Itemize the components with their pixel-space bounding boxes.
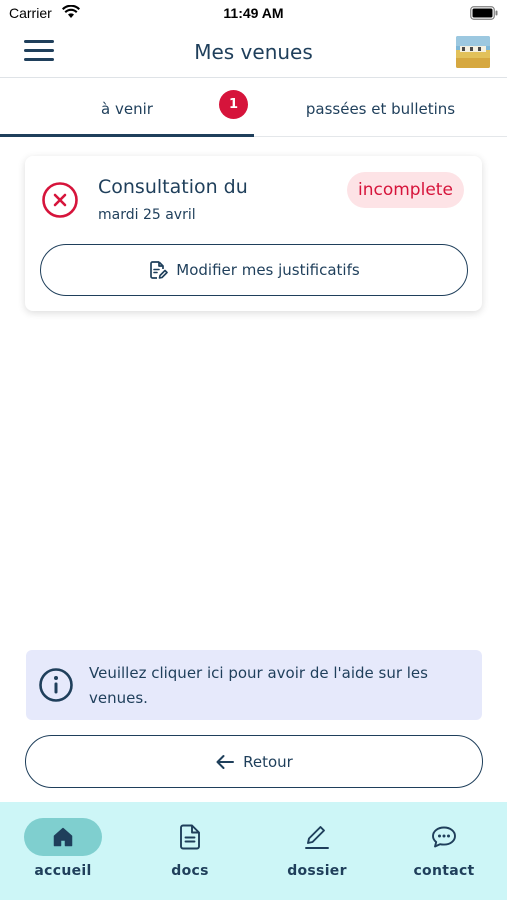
edit-documents-label: Modifier mes justificatifs bbox=[176, 261, 360, 279]
nav-label-home: accueil bbox=[34, 863, 92, 879]
hamburger-menu-icon[interactable] bbox=[22, 38, 56, 64]
tab-past-label: passées et bulletins bbox=[305, 100, 456, 118]
help-banner[interactable]: Veuillez cliquer ici pour avoir de l'aid… bbox=[26, 650, 482, 720]
battery-icon bbox=[470, 6, 498, 20]
nav-label-docs: docs bbox=[171, 863, 209, 879]
info-icon bbox=[39, 668, 73, 702]
nav-item-docs[interactable]: docs bbox=[127, 802, 253, 900]
nav-item-contact[interactable]: contact bbox=[381, 802, 507, 900]
app-header: Mes venues bbox=[0, 28, 507, 78]
nav-item-dossier[interactable]: dossier bbox=[254, 802, 380, 900]
visit-title: Consultation du bbox=[98, 176, 248, 198]
arrow-left-icon bbox=[216, 754, 235, 769]
nav-icon-wrap bbox=[405, 818, 483, 856]
chat-bubble-icon bbox=[432, 826, 456, 848]
back-button[interactable]: Retour bbox=[25, 735, 483, 788]
notification-badge: 1 bbox=[219, 90, 248, 119]
edit-documents-button[interactable]: Modifier mes justificatifs bbox=[40, 244, 468, 296]
status-bar: Carrier 11:49 AM bbox=[0, 0, 507, 28]
nav-item-home[interactable]: accueil bbox=[0, 802, 126, 900]
help-text: Veuillez cliquer ici pour avoir de l'aid… bbox=[89, 664, 428, 707]
tab-upcoming-label: à venir bbox=[101, 100, 153, 118]
tab-past-and-bulletins[interactable]: passées et bulletins bbox=[254, 79, 507, 137]
tab-upcoming[interactable]: à venir 1 bbox=[0, 79, 254, 137]
visit-card: Consultation du mardi 25 avril incomplet… bbox=[25, 156, 482, 311]
clock: 11:49 AM bbox=[223, 5, 284, 21]
nav-label-contact: contact bbox=[413, 863, 475, 879]
back-label: Retour bbox=[243, 752, 293, 771]
nav-icon-wrap bbox=[151, 818, 229, 856]
tab-bar: à venir 1 passées et bulletins bbox=[0, 79, 507, 137]
status-badge: incomplete bbox=[347, 172, 464, 208]
pencil-icon bbox=[305, 826, 329, 849]
bottom-nav: accueil docs dossier contact bbox=[0, 802, 507, 900]
avatar[interactable] bbox=[456, 36, 490, 68]
nav-icon-wrap bbox=[278, 818, 356, 856]
page-title: Mes venues bbox=[194, 40, 313, 64]
nav-label-dossier: dossier bbox=[287, 863, 347, 879]
profile-photo-icon bbox=[456, 36, 490, 68]
home-icon bbox=[53, 827, 73, 847]
visit-date: mardi 25 avril bbox=[98, 207, 196, 223]
edit-document-icon bbox=[150, 261, 169, 279]
error-circle-icon bbox=[42, 182, 78, 218]
nav-active-pill bbox=[24, 818, 102, 856]
document-icon bbox=[180, 824, 200, 850]
